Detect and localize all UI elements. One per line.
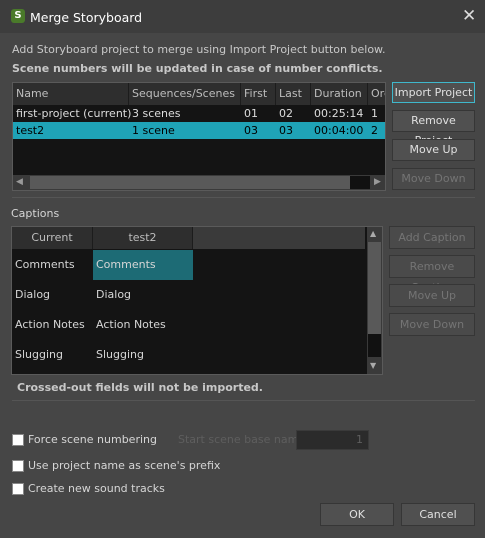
close-icon[interactable]: ✕ <box>462 6 476 26</box>
caption-import[interactable]: Slugging <box>93 340 144 370</box>
intro-text: Add Storyboard project to merge using Im… <box>12 43 386 56</box>
scrollbar-thumb[interactable] <box>368 242 381 334</box>
cell-order: 1 <box>371 107 378 120</box>
col-first[interactable]: First <box>241 83 276 105</box>
caption-current: Action Notes <box>15 318 85 331</box>
scroll-right-icon[interactable]: ▶ <box>374 177 381 187</box>
cell-last: 03 <box>279 124 293 137</box>
cell-scenes: 1 scene <box>132 124 175 137</box>
cell-first: 03 <box>244 124 258 137</box>
title-bar: S Merge Storyboard ✕ <box>0 0 485 33</box>
caption-row[interactable]: Slugging Slugging <box>12 340 364 370</box>
prefix-label[interactable]: Use project name as scene's prefix <box>28 459 220 472</box>
add-caption-button[interactable]: Add Caption <box>389 226 475 249</box>
col-scenes[interactable]: Sequences/Scenes <box>129 83 241 105</box>
divider <box>12 197 475 198</box>
start-scene-input[interactable]: 1 <box>296 430 369 450</box>
header-filler <box>193 227 365 249</box>
scrollbar-thumb[interactable] <box>30 176 350 189</box>
cell-order: 2 <box>371 124 378 137</box>
col-last[interactable]: Last <box>276 83 311 105</box>
table-row-selected[interactable]: test2 1 scene 03 03 00:04:00 2 <box>13 122 385 139</box>
app-icon: S <box>11 9 25 23</box>
scroll-left-icon[interactable]: ◀ <box>16 177 23 187</box>
col-duration[interactable]: Duration <box>311 83 368 105</box>
col-test2[interactable]: test2 <box>93 227 193 249</box>
cancel-button[interactable]: Cancel <box>401 503 475 526</box>
intro-warning: Scene numbers will be updated in case of… <box>12 62 383 75</box>
horizontal-scrollbar[interactable]: ◀ ▶ <box>13 175 385 190</box>
cell-last: 02 <box>279 107 293 120</box>
remove-caption-button[interactable]: Remove Caption <box>389 255 475 294</box>
cell-name: test2 <box>16 124 45 137</box>
caption-move-up-button[interactable]: Move Up <box>389 284 475 307</box>
caption-row[interactable]: Comments Comments <box>12 250 364 280</box>
force-numbering-checkbox[interactable] <box>12 434 24 446</box>
caption-move-down-button[interactable]: Move Down <box>389 313 475 336</box>
caption-import[interactable]: Dialog <box>93 280 131 310</box>
scroll-down-icon[interactable]: ▼ <box>370 361 376 370</box>
caption-import[interactable]: Action Notes <box>93 310 166 340</box>
caption-current: Dialog <box>15 288 51 301</box>
sound-tracks-label[interactable]: Create new sound tracks <box>28 482 165 495</box>
divider <box>12 400 475 401</box>
force-numbering-label[interactable]: Force scene numbering <box>28 433 157 446</box>
cell-duration: 00:25:14 <box>314 107 364 120</box>
caption-current: Comments <box>15 258 75 271</box>
col-order[interactable]: Order <box>368 83 385 105</box>
prefix-checkbox[interactable] <box>12 460 24 472</box>
caption-import-selected[interactable]: Comments <box>93 250 193 280</box>
caption-current: Slugging <box>15 348 63 361</box>
scrollbar-track <box>350 176 370 189</box>
col-name[interactable]: Name <box>13 83 129 105</box>
cell-name: first-project (current) <box>16 107 132 120</box>
cell-duration: 00:04:00 <box>314 124 364 137</box>
ok-button[interactable]: OK <box>320 503 394 526</box>
crossed-out-note: Crossed-out fields will not be imported. <box>17 381 263 394</box>
vertical-scrollbar[interactable]: ▲ ▼ <box>367 227 382 374</box>
table-row[interactable]: first-project (current) 3 scenes 01 02 0… <box>13 105 385 122</box>
window-title: Merge Storyboard <box>30 10 143 25</box>
projects-table: Name Sequences/Scenes First Last Duratio… <box>12 82 386 191</box>
scrollbar-track <box>368 334 381 357</box>
move-up-button[interactable]: Move Up <box>392 139 475 161</box>
sound-tracks-checkbox[interactable] <box>12 483 24 495</box>
import-project-button[interactable]: Import Project <box>392 82 475 103</box>
remove-project-button[interactable]: Remove Project <box>392 110 475 147</box>
captions-label: Captions <box>11 207 60 220</box>
col-current[interactable]: Current <box>12 227 93 249</box>
scroll-up-icon[interactable]: ▲ <box>370 229 376 238</box>
move-down-button[interactable]: Move Down <box>392 168 475 190</box>
caption-row[interactable]: Action Notes Action Notes <box>12 310 364 340</box>
caption-row[interactable]: Dialog Dialog <box>12 280 364 310</box>
cell-scenes: 3 scenes <box>132 107 181 120</box>
start-scene-label: Start scene base name <box>178 433 306 446</box>
cell-first: 01 <box>244 107 258 120</box>
captions-table: Current test2 Comments Comments Dialog D… <box>11 226 383 375</box>
